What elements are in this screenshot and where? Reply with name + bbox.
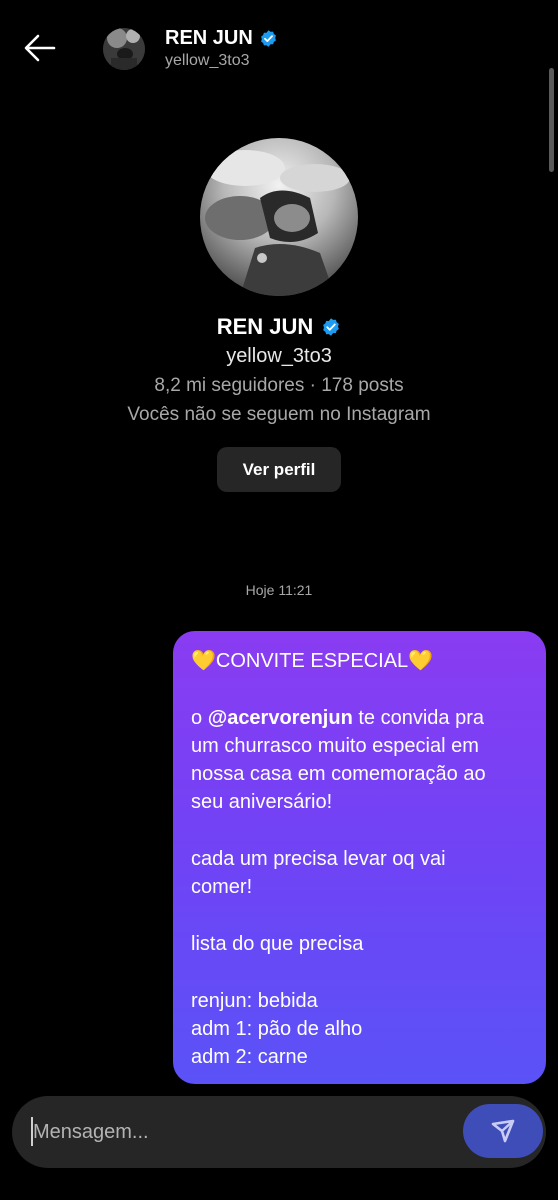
message-line: cada um precisa levar oq vai <box>191 848 446 871</box>
message-blank <box>191 817 528 845</box>
mention-link[interactable]: @acervorenjun <box>208 707 353 729</box>
profile-stats: 8,2 mi seguidores · 178 posts <box>154 375 404 396</box>
send-button[interactable] <box>463 1104 543 1158</box>
message-line: comer! <box>191 876 253 899</box>
verified-badge-icon <box>323 318 340 336</box>
view-profile-button[interactable]: Ver perfil <box>217 447 341 492</box>
send-paper-plane-icon <box>491 1119 515 1143</box>
scrollbar-thumb[interactable] <box>549 68 554 172</box>
message-line: renjun: bebida <box>191 989 318 1012</box>
system-bar <box>0 1188 558 1200</box>
message-timestamp: Hoje 11:21 <box>245 582 313 598</box>
back-button[interactable] <box>22 30 58 66</box>
message-blank <box>191 902 528 930</box>
follow-status: Vocês não se seguem no Instagram <box>127 404 431 425</box>
message-line: 💛CONVITE ESPECIAL💛 <box>191 650 434 672</box>
message-line: nossa casa em comemoração ao <box>191 763 486 786</box>
message-line: seu aniversário! <box>191 791 333 814</box>
arrow-left-icon <box>24 34 56 62</box>
header-name-text: REN JUN <box>165 27 253 49</box>
message-input[interactable] <box>33 1116 433 1148</box>
header-username: yellow_3to3 <box>165 52 250 69</box>
profile-avatar[interactable] <box>200 138 358 296</box>
message-line: lista do que precisa <box>191 932 364 955</box>
message-bubble[interactable]: 💛CONVITE ESPECIAL💛 o @acervorenjun te co… <box>173 631 546 1084</box>
verified-badge-icon <box>260 30 276 47</box>
message-text: te convida pra <box>352 706 484 729</box>
message-blank <box>191 958 528 986</box>
message-line: adm 2: carne <box>191 1046 308 1069</box>
header-avatar[interactable] <box>103 28 145 70</box>
message-line: adm 1: pão de alho <box>191 1017 363 1040</box>
message-line: o @acervorenjun te convida pra <box>191 704 528 732</box>
message-line: um churrasco muito especial em <box>191 734 479 757</box>
message-text: o <box>191 706 208 729</box>
profile-name-text: REN JUN <box>216 314 314 339</box>
header-name[interactable]: REN JUN <box>165 27 278 50</box>
profile-name: REN JUN <box>0 314 558 340</box>
profile-username: yellow_3to3 <box>226 345 332 367</box>
message-blank <box>191 675 528 703</box>
